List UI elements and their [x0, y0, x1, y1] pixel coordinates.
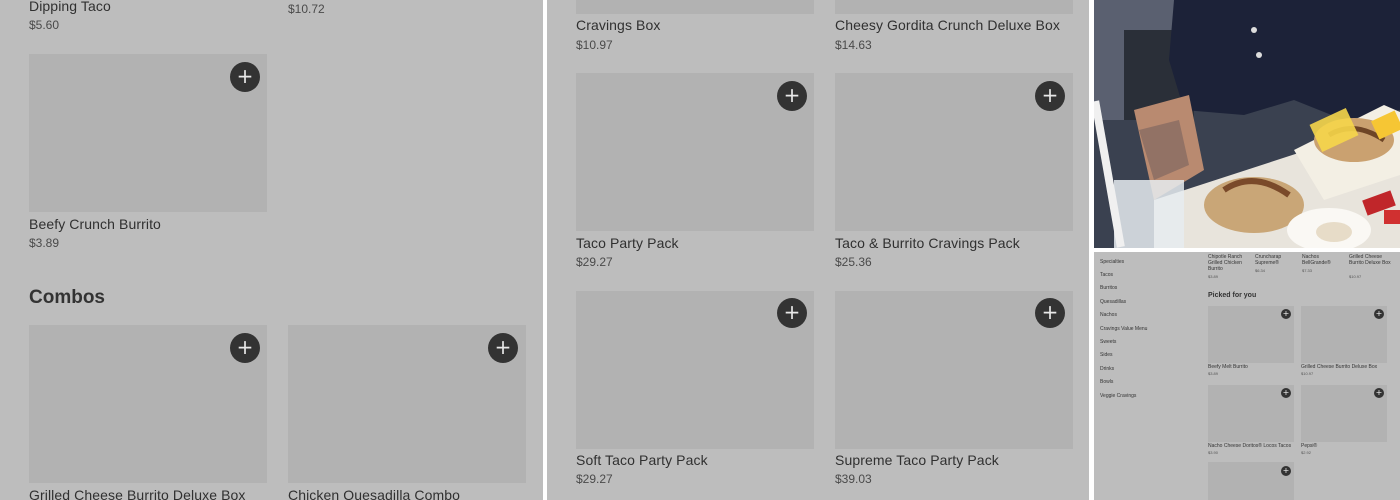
menu-item-card[interactable]: + Soft Taco Party Pack $29.27: [576, 291, 814, 491]
item-image: [835, 0, 1073, 14]
item-price: $29.27: [576, 255, 613, 269]
item-price: $3.89: [29, 236, 60, 250]
add-to-cart-button[interactable]: +: [1281, 466, 1291, 476]
item-price: $25.36: [835, 255, 872, 269]
item-price: $39.03: [835, 472, 872, 486]
add-to-cart-button[interactable]: +: [777, 298, 807, 328]
sidebar-item-nachos[interactable]: Nachos: [1100, 312, 1117, 318]
add-to-cart-button[interactable]: +: [230, 62, 260, 92]
add-to-cart-button[interactable]: +: [1035, 81, 1065, 111]
menu-panel-left: Dipping Taco $5.60 $10.72 + Beefy Crunch…: [0, 0, 543, 500]
item-price: $2.92: [1301, 450, 1312, 455]
menu-item-card-beefy-crunch-burrito[interactable]: + Beefy Crunch Burrito $3.89: [29, 54, 267, 254]
sidebar-item-sweets[interactable]: Sweets: [1100, 339, 1116, 345]
top-item-name: Cruncharap Supreme®: [1255, 254, 1282, 266]
item-name: Grilled Cheese Burrito Deluxe Box: [1301, 364, 1378, 370]
add-to-cart-button[interactable]: +: [1035, 298, 1065, 328]
item-name: Soft Taco Party Pack: [576, 452, 708, 468]
food-photo: [1094, 0, 1400, 248]
add-to-cart-button[interactable]: +: [1281, 388, 1291, 398]
top-item-name: Chipotle Ranch Grilled Chicken Burrito: [1208, 254, 1243, 272]
add-to-cart-button[interactable]: +: [777, 81, 807, 111]
item-price: $5.60: [29, 18, 60, 32]
item-name: Pepsi®: [1301, 443, 1318, 449]
menu-item-card[interactable]: Cravings Box $10.97: [576, 0, 814, 56]
item-name: Beefy Crunch Burrito: [29, 216, 161, 232]
mini-menu-panel: Specialties Tacos Burritos Quesadillas N…: [1094, 252, 1400, 500]
item-price: $10.97: [576, 38, 613, 52]
sidebar-item-specialties[interactable]: Specialties: [1100, 259, 1124, 265]
item-name: Chicken Quesadilla Combo: [288, 487, 461, 500]
item-price: $10.72: [288, 2, 325, 16]
item-price: $3.89: [1208, 371, 1219, 376]
add-to-cart-button[interactable]: +: [488, 333, 518, 363]
item-name: Grilled Cheese Burrito Deluxe Box: [29, 487, 246, 500]
top-item-price: $3.89: [1208, 274, 1219, 279]
sidebar-item-cravings-value-menu[interactable]: Cravings Value Menu: [1100, 326, 1147, 332]
sidebar-item-burritos[interactable]: Burritos: [1100, 285, 1117, 291]
top-item-price: $10.97: [1349, 274, 1362, 279]
menu-item-card[interactable]: + Taco & Burrito Cravings Pack $25.36: [835, 73, 1073, 273]
menu-panel-middle: Cravings Box $10.97 Cheesy Gordita Crunc…: [547, 0, 1089, 500]
item-name: Taco Party Pack: [576, 235, 679, 251]
item-price: $29.27: [576, 472, 613, 486]
top-item-price: $7.33: [1302, 268, 1313, 273]
menu-item-card[interactable]: Cheesy Gordita Crunch Deluxe Box $14.63: [835, 0, 1073, 56]
item-price: $14.63: [835, 38, 872, 52]
sidebar-item-sides[interactable]: Sides: [1100, 352, 1113, 358]
menu-item-card[interactable]: + Supreme Taco Party Pack $39.03: [835, 291, 1073, 491]
sidebar-item-tacos[interactable]: Tacos: [1100, 272, 1113, 278]
sidebar-item-drinks[interactable]: Drinks: [1100, 366, 1114, 372]
menu-item-card-combo[interactable]: + Grilled Cheese Burrito Deluxe Box: [29, 325, 267, 500]
top-item-name: Grilled Cheese Burrito Deluxe Box: [1349, 254, 1391, 266]
menu-item-card-combo[interactable]: + Chicken Quesadilla Combo: [288, 325, 526, 500]
sidebar-item-bowls[interactable]: Bowls: [1100, 379, 1113, 385]
add-to-cart-button[interactable]: +: [230, 333, 260, 363]
item-image: [576, 0, 814, 14]
item-name: Cravings Box: [576, 17, 661, 33]
menu-item-card[interactable]: + Taco Party Pack $29.27: [576, 73, 814, 273]
section-heading-combos: Combos: [29, 287, 105, 308]
sidebar-item-veggie-cravings[interactable]: Veggie Cravings: [1100, 393, 1136, 399]
sidebar-item-quesadillas[interactable]: Quesadillas: [1100, 299, 1126, 305]
add-to-cart-button[interactable]: +: [1374, 388, 1384, 398]
item-name: Cheesy Gordita Crunch Deluxe Box: [835, 17, 1060, 33]
add-to-cart-button[interactable]: +: [1374, 309, 1384, 319]
add-to-cart-button[interactable]: +: [1281, 309, 1291, 319]
picked-for-you-heading: Picked for you: [1208, 292, 1257, 299]
item-price: $10.97: [1301, 371, 1314, 376]
item-name: Nacho Cheese Doritos® Locos Tacos: [1208, 443, 1292, 449]
item-name: Supreme Taco Party Pack: [835, 452, 999, 468]
top-item-price: $6.34: [1255, 268, 1266, 273]
item-name: Taco & Burrito Cravings Pack: [835, 235, 1020, 251]
item-name: Dipping Taco: [29, 0, 111, 14]
top-item-name: Nachos BellGrande®: [1302, 254, 1331, 266]
photo-illustration: [1094, 0, 1400, 248]
item-price: $3.90: [1208, 450, 1219, 455]
item-name: Beefy Melt Burrito: [1208, 364, 1248, 370]
